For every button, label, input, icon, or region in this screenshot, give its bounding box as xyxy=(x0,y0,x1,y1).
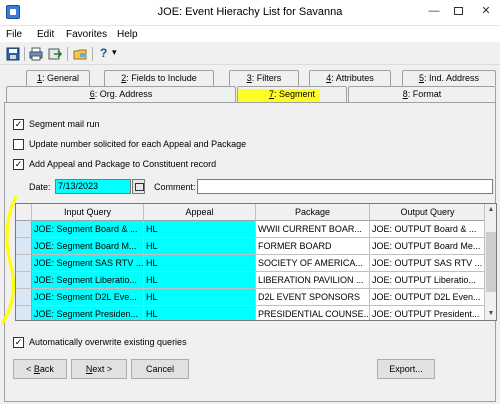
maximize-icon xyxy=(453,7,463,16)
cell-input-query[interactable]: JOE: Segment Board M... xyxy=(32,238,144,255)
cell-appeal[interactable]: HL xyxy=(144,289,256,306)
table-row[interactable]: JOE: Segment D2L Eve... HL D2L EVENT SPO… xyxy=(16,289,490,306)
scroll-up-icon[interactable]: ▲ xyxy=(485,204,496,216)
cell-package[interactable]: PRESIDENTIAL COUNSE... xyxy=(256,306,370,320)
cell-appeal[interactable]: HL xyxy=(144,238,256,255)
add-to-constituent-checkbox[interactable]: ✓ xyxy=(13,159,24,170)
yellow-annotation-mark xyxy=(1,195,18,324)
cell-output-query[interactable]: JOE: OUTPUT Board & ... xyxy=(370,221,486,238)
tab-label: : Org. Address xyxy=(94,89,153,99)
menu-file[interactable]: File xyxy=(6,29,22,40)
cell-appeal[interactable]: HL xyxy=(144,272,256,289)
tab-format[interactable]: 8: Format xyxy=(348,86,496,102)
maximize-button[interactable] xyxy=(448,2,468,20)
cell-output-query[interactable]: JOE: OUTPUT D2L Even... xyxy=(370,289,486,306)
tab-strip: 1: General 2: Fields to Include 3: Filte… xyxy=(4,68,496,106)
cell-output-query[interactable]: JOE: OUTPUT Board Me... xyxy=(370,238,486,255)
cell-input-query[interactable]: JOE: Segment D2L Eve... xyxy=(32,289,144,306)
next-shortcut-key: N xyxy=(85,364,93,374)
comment-label: Comment: xyxy=(154,182,196,192)
cell-input-query[interactable]: JOE: Segment Board & ... xyxy=(32,221,144,238)
cell-package[interactable]: SOCIETY OF AMERICA... xyxy=(256,255,370,272)
menu-favorites[interactable]: Favorites xyxy=(66,29,107,40)
toolbar: ? ▾ xyxy=(0,43,500,65)
table-row[interactable]: JOE: Segment Presiden... HL PRESIDENTIAL… xyxy=(16,306,490,320)
add-to-constituent-label: Add Appeal and Package to Constituent re… xyxy=(29,159,217,169)
update-number-checkbox[interactable] xyxy=(13,139,24,150)
tab-general[interactable]: 1: General xyxy=(26,70,90,86)
export-icon[interactable] xyxy=(48,47,62,61)
tab-label: : Format xyxy=(407,89,442,99)
cell-package[interactable]: LIBERATION PAVILION ... xyxy=(256,272,370,289)
cell-appeal[interactable]: HL xyxy=(144,255,256,272)
table-row[interactable]: JOE: Segment Liberatio... HL LIBERATION … xyxy=(16,272,490,289)
table-row[interactable]: JOE: Segment SAS RTV ... HL SOCIETY OF A… xyxy=(16,255,490,272)
tab-label: : General xyxy=(41,73,80,83)
cell-output-query[interactable]: JOE: OUTPUT President... xyxy=(370,306,486,320)
back-button[interactable]: < Back xyxy=(13,359,67,379)
cell-output-query[interactable]: JOE: OUTPUT SAS RTV ... xyxy=(370,255,486,272)
tab-label: : Filters xyxy=(251,73,282,83)
tab-label: : Ind. Address xyxy=(423,73,480,83)
save-icon[interactable] xyxy=(6,47,20,61)
tab-filters[interactable]: 3: Filters xyxy=(229,70,299,86)
auto-overwrite-label: Automatically overwrite existing queries xyxy=(29,337,187,347)
cell-output-query[interactable]: JOE: OUTPUT Liberatio... xyxy=(370,272,486,289)
segment-mail-run-label: Segment mail run xyxy=(29,119,100,129)
segment-panel: ✓ Segment mail run Update number solicit… xyxy=(4,102,497,402)
title-bar: JOE: Event Hierachy List for Savanna — ✕ xyxy=(0,0,500,26)
export-button[interactable]: Export... xyxy=(377,359,435,379)
next-button[interactable]: Next > xyxy=(71,359,127,379)
col-header-package[interactable]: Package xyxy=(256,204,370,221)
table-row[interactable]: JOE: Segment Board M... HL FORMER BOARD … xyxy=(16,238,490,255)
col-header-appeal[interactable]: Appeal xyxy=(144,204,256,221)
cell-package[interactable]: FORMER BOARD xyxy=(256,238,370,255)
grid-header: Input Query Appeal Package Output Query xyxy=(16,204,486,221)
back-shortcut-key: B xyxy=(33,364,40,374)
tab-label: : Attributes xyxy=(331,73,374,83)
menu-edit[interactable]: Edit xyxy=(37,29,54,40)
cell-input-query[interactable]: JOE: Segment Presiden... xyxy=(32,306,144,320)
scroll-thumb[interactable] xyxy=(486,232,496,292)
col-header-output-query[interactable]: Output Query xyxy=(370,204,486,221)
toolbar-separator xyxy=(92,47,93,61)
segment-grid: Input Query Appeal Package Output Query … xyxy=(15,203,497,321)
cancel-button[interactable]: Cancel xyxy=(131,359,189,379)
table-row[interactable]: JOE: Segment Board & ... HL WWII CURRENT… xyxy=(16,221,490,238)
tab-label: : Segment xyxy=(273,89,316,99)
tab-org-address[interactable]: 6: Org. Address xyxy=(6,86,236,102)
cell-input-query[interactable]: JOE: Segment SAS RTV ... xyxy=(32,255,144,272)
cell-appeal[interactable]: HL xyxy=(144,221,256,238)
menu-bar: File Edit Favorites Help xyxy=(0,26,500,42)
toolbar-separator xyxy=(67,47,68,61)
cell-input-query[interactable]: JOE: Segment Liberatio... xyxy=(32,272,144,289)
help-icon[interactable]: ? xyxy=(100,46,107,60)
minimize-button[interactable]: — xyxy=(424,2,444,20)
print-icon[interactable] xyxy=(29,47,43,61)
close-button[interactable]: ✕ xyxy=(474,2,498,20)
update-number-label: Update number solicited for each Appeal … xyxy=(29,139,247,149)
scroll-down-icon[interactable]: ▼ xyxy=(485,308,496,320)
auto-overwrite-checkbox[interactable]: ✓ xyxy=(13,337,24,348)
tab-ind-address[interactable]: 5: Ind. Address xyxy=(402,70,496,86)
cell-package[interactable]: WWII CURRENT BOAR... xyxy=(256,221,370,238)
folder-icon[interactable] xyxy=(73,47,87,61)
comment-field[interactable] xyxy=(197,179,493,194)
grid-scrollbar[interactable]: ▲ ▼ xyxy=(484,204,496,320)
tab-attributes[interactable]: 4: Attributes xyxy=(309,70,391,86)
segment-mail-run-checkbox[interactable]: ✓ xyxy=(13,119,24,130)
cell-package[interactable]: D2L EVENT SPONSORS xyxy=(256,289,370,306)
date-label: Date: xyxy=(29,182,51,192)
cell-appeal[interactable]: HL xyxy=(144,306,256,320)
col-header-input-query[interactable]: Input Query xyxy=(32,204,144,221)
date-field[interactable]: 7/13/2023 xyxy=(55,179,131,194)
tab-label: : Fields to Include xyxy=(126,73,197,83)
tab-segment[interactable]: 7: Segment xyxy=(237,86,347,102)
help-dropdown-icon[interactable]: ▾ xyxy=(112,47,117,58)
tab-fields-to-include[interactable]: 2: Fields to Include xyxy=(104,70,214,86)
menu-help[interactable]: Help xyxy=(117,29,138,40)
calendar-icon[interactable] xyxy=(132,179,145,194)
toolbar-separator xyxy=(24,47,25,61)
